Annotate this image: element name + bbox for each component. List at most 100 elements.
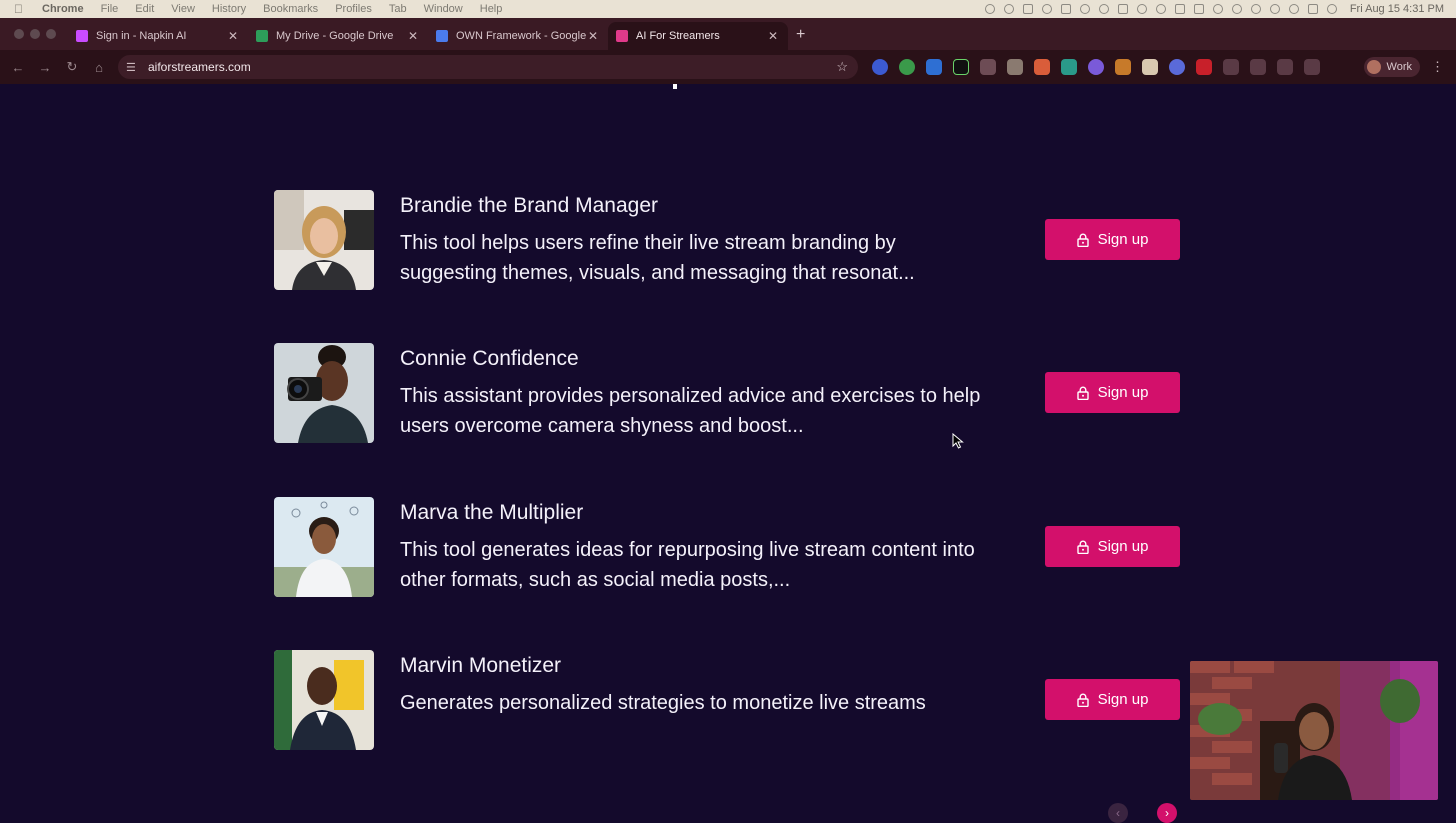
profile-label: Work <box>1386 61 1412 73</box>
carousel-next-button[interactable]: › <box>1157 803 1177 823</box>
back-arrow-icon[interactable]: ← <box>11 60 25 75</box>
lock-icon <box>1076 693 1089 707</box>
apple-icon[interactable]:  <box>14 2 28 16</box>
status-icon[interactable] <box>1250 4 1261 14</box>
status-icon[interactable] <box>1060 4 1071 14</box>
screen-share-icon[interactable] <box>1174 4 1185 14</box>
extension-icon[interactable] <box>1034 59 1050 75</box>
extension-icon[interactable] <box>1115 59 1131 75</box>
mouse-cursor-icon <box>952 433 964 449</box>
menu-bar-clock[interactable]: Fri Aug 15 4:31 PM <box>1350 3 1444 15</box>
extension-icon[interactable] <box>899 59 915 75</box>
status-icon[interactable] <box>1155 4 1166 14</box>
extension-icon[interactable] <box>1277 59 1293 75</box>
status-icon[interactable] <box>984 4 995 14</box>
menu-bookmarks[interactable]: Bookmarks <box>263 3 318 15</box>
menu-view[interactable]: View <box>171 3 195 15</box>
sign-up-button[interactable]: Sign up <box>1045 526 1180 567</box>
extension-icon[interactable] <box>1007 59 1023 75</box>
extension-icon[interactable] <box>872 59 888 75</box>
menu-edit[interactable]: Edit <box>135 3 154 15</box>
wifi-icon[interactable] <box>1269 4 1280 14</box>
extension-icon[interactable] <box>1088 59 1104 75</box>
home-icon[interactable]: ⌂ <box>92 60 106 75</box>
status-icon[interactable] <box>1041 4 1052 14</box>
marva-photo <box>274 497 374 597</box>
sign-up-button[interactable]: Sign up <box>1045 372 1180 413</box>
menu-tab[interactable]: Tab <box>389 3 407 15</box>
eyedropper-icon[interactable] <box>980 59 996 75</box>
docs-favicon-icon <box>436 30 448 42</box>
sign-up-button[interactable]: Sign up <box>1045 219 1180 260</box>
status-icon[interactable] <box>1193 4 1204 14</box>
sign-up-label: Sign up <box>1097 384 1149 401</box>
tab-google-drive[interactable]: My Drive - Google Drive ✕ <box>248 22 428 50</box>
side-panel-icon[interactable] <box>1304 59 1320 75</box>
link-icon[interactable] <box>1250 59 1266 75</box>
minimize-window-button[interactable] <box>30 29 40 39</box>
carousel-prev-button[interactable]: ‹ <box>1108 803 1128 823</box>
more-menu-icon[interactable]: ⋮ <box>1431 59 1444 75</box>
menu-history[interactable]: History <box>212 3 246 15</box>
close-icon[interactable]: ✕ <box>406 29 420 43</box>
close-icon[interactable]: ✕ <box>766 29 780 43</box>
address-bar[interactable]: ☰ aiforstreamers.com ☆ <box>118 55 858 79</box>
extension-icon[interactable] <box>1169 59 1185 75</box>
close-window-button[interactable] <box>14 29 24 39</box>
siri-icon[interactable] <box>1326 4 1337 14</box>
extension-icon[interactable] <box>1142 59 1158 75</box>
address-url[interactable]: aiforstreamers.com <box>148 60 251 74</box>
menu-help[interactable]: Help <box>480 3 503 15</box>
tab-own-framework[interactable]: OWN Framework - Google Do ✕ <box>428 22 608 50</box>
bookmark-star-icon[interactable]: ☆ <box>836 59 848 75</box>
brandie-photo <box>274 190 374 290</box>
close-icon[interactable]: ✕ <box>586 29 600 43</box>
tool-name: Marvin Monetizer <box>400 654 562 677</box>
extension-icon[interactable] <box>1196 59 1212 75</box>
extension-icon[interactable] <box>926 59 942 75</box>
new-tab-plus-icon[interactable]: + <box>796 26 805 44</box>
reload-icon[interactable]: ↻ <box>65 59 79 75</box>
tool-description: This assistant provides personalized adv… <box>400 385 981 437</box>
menu-file[interactable]: File <box>101 3 119 15</box>
lock-icon <box>1076 233 1089 247</box>
menu-profiles[interactable]: Profiles <box>335 3 372 15</box>
status-icon[interactable] <box>1098 4 1109 14</box>
status-icon[interactable] <box>1212 4 1223 14</box>
marvin-photo <box>274 650 374 750</box>
napkin-favicon-icon <box>76 30 88 42</box>
tab-napkin-ai[interactable]: Sign in - Napkin AI ✕ <box>68 22 248 50</box>
tool-card-marva: Marva the Multiplier This tool generates… <box>274 497 1184 597</box>
menu-window[interactable]: Window <box>424 3 463 15</box>
status-icon[interactable] <box>1079 4 1090 14</box>
tab-ai-for-streamers[interactable]: AI For Streamers ✕ <box>608 22 788 50</box>
status-icon[interactable] <box>1117 4 1128 14</box>
tool-card-connie: Connie Confidence This assistant provide… <box>274 343 1184 443</box>
extension-icon[interactable] <box>953 59 969 75</box>
status-icon[interactable] <box>1136 4 1147 14</box>
zoom-window-button[interactable] <box>46 29 56 39</box>
tab-title: OWN Framework - Google Do <box>456 30 586 42</box>
drive-favicon-icon <box>256 30 268 42</box>
macos-menu-bar:  Chrome File Edit View History Bookmark… <box>0 0 1456 18</box>
control-center-icon[interactable] <box>1307 4 1318 14</box>
profile-button[interactable]: Work <box>1363 57 1420 77</box>
extensions-row <box>872 59 1331 75</box>
site-settings-icon[interactable]: ☰ <box>126 61 140 74</box>
status-icon[interactable] <box>1022 4 1033 14</box>
extensions-puzzle-icon[interactable] <box>1223 59 1239 75</box>
extension-icon[interactable] <box>1061 59 1077 75</box>
sign-up-button[interactable]: Sign up <box>1045 679 1180 720</box>
search-icon[interactable] <box>1288 4 1299 14</box>
tab-title: Sign in - Napkin AI <box>96 30 187 42</box>
sign-up-label: Sign up <box>1097 231 1149 248</box>
browser-tab-strip: Sign in - Napkin AI ✕ My Drive - Google … <box>0 18 1456 50</box>
sign-up-label: Sign up <box>1097 538 1149 555</box>
forward-arrow-icon[interactable]: → <box>38 60 52 75</box>
menu-app-chrome[interactable]: Chrome <box>42 3 84 15</box>
headphones-icon[interactable] <box>1231 4 1242 14</box>
close-icon[interactable]: ✕ <box>226 29 240 43</box>
tool-description: This tool generates ideas for repurposin… <box>400 539 975 591</box>
status-icon[interactable] <box>1003 4 1014 14</box>
browser-toolbar: ← → ↻ ⌂ ☰ aiforstreamers.com ☆ Work ⋮ <box>0 50 1456 84</box>
